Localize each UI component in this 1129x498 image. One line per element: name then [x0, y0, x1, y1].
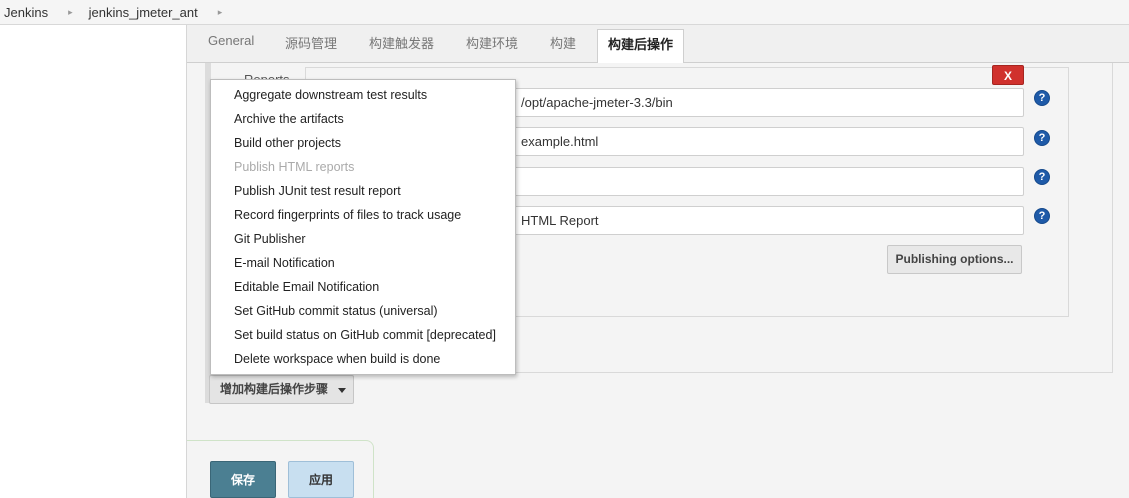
breadcrumb-jenkins[interactable]: Jenkins — [2, 5, 54, 20]
post-build-actions-dropdown: Aggregate downstream test results Archiv… — [210, 79, 516, 375]
help-icon[interactable]: ? — [1034, 208, 1050, 224]
tab-general[interactable]: General — [208, 33, 254, 48]
menu-item-github-commit-status[interactable]: Set GitHub commit status (universal) — [234, 304, 438, 318]
menu-item-publish-html-reports: Publish HTML reports — [234, 160, 355, 174]
report-title-field[interactable]: HTML Report — [508, 206, 1024, 235]
help-icon[interactable]: ? — [1034, 169, 1050, 185]
menu-item-aggregate-downstream[interactable]: Aggregate downstream test results — [234, 88, 427, 102]
menu-item-archive-artifacts[interactable]: Archive the artifacts — [234, 112, 344, 126]
breadcrumb: Jenkins ▸ jenkins_jmeter_ant ▸ — [0, 0, 1129, 25]
tab-build[interactable]: 构建 — [550, 33, 576, 52]
publishing-options-button[interactable]: Publishing options... — [887, 245, 1022, 274]
add-post-build-step-label: 增加构建后操作步骤 — [220, 382, 329, 396]
menu-item-record-fingerprints[interactable]: Record fingerprints of files to track us… — [234, 208, 461, 222]
menu-item-editable-email[interactable]: Editable Email Notification — [234, 280, 379, 294]
save-button[interactable]: 保存 — [210, 461, 276, 498]
breadcrumb-separator-icon: ▸ — [68, 6, 73, 17]
tab-scm[interactable]: 源码管理 — [285, 33, 337, 52]
index-page-titles-field[interactable] — [508, 167, 1024, 196]
caret-down-icon — [338, 388, 346, 393]
add-post-build-step-button[interactable]: 增加构建后操作步骤 — [209, 375, 354, 404]
apply-button[interactable]: 应用 — [288, 461, 354, 498]
breadcrumb-job[interactable]: jenkins_jmeter_ant — [87, 5, 204, 20]
help-icon[interactable]: ? — [1034, 90, 1050, 106]
tab-post-build-actions[interactable]: 构建后操作 — [597, 29, 685, 64]
menu-item-github-build-status-deprecated[interactable]: Set build status on GitHub commit [depre… — [234, 328, 496, 342]
menu-item-publish-junit[interactable]: Publish JUnit test result report — [234, 184, 401, 198]
index-pages-field[interactable]: example.html — [508, 127, 1024, 156]
jenkins-config-page: Jenkins ▸ jenkins_jmeter_ant ▸ General 源… — [0, 0, 1129, 498]
delete-report-button[interactable]: X — [992, 65, 1024, 85]
help-icon[interactable]: ? — [1034, 130, 1050, 146]
tab-build-environment[interactable]: 构建环境 — [466, 33, 518, 52]
html-directory-field[interactable]: /opt/apache-jmeter-3.3/bin — [508, 88, 1024, 117]
menu-item-build-other-projects[interactable]: Build other projects — [234, 136, 341, 150]
menu-item-email-notification[interactable]: E-mail Notification — [234, 256, 335, 270]
menu-item-git-publisher[interactable]: Git Publisher — [234, 232, 306, 246]
tab-triggers[interactable]: 构建触发器 — [369, 33, 434, 52]
config-tabs: General 源码管理 构建触发器 构建环境 构建 构建后操作 — [187, 25, 1129, 64]
menu-item-delete-workspace[interactable]: Delete workspace when build is done — [234, 352, 440, 366]
breadcrumb-separator-icon: ▸ — [217, 6, 223, 17]
side-panel — [0, 25, 187, 498]
